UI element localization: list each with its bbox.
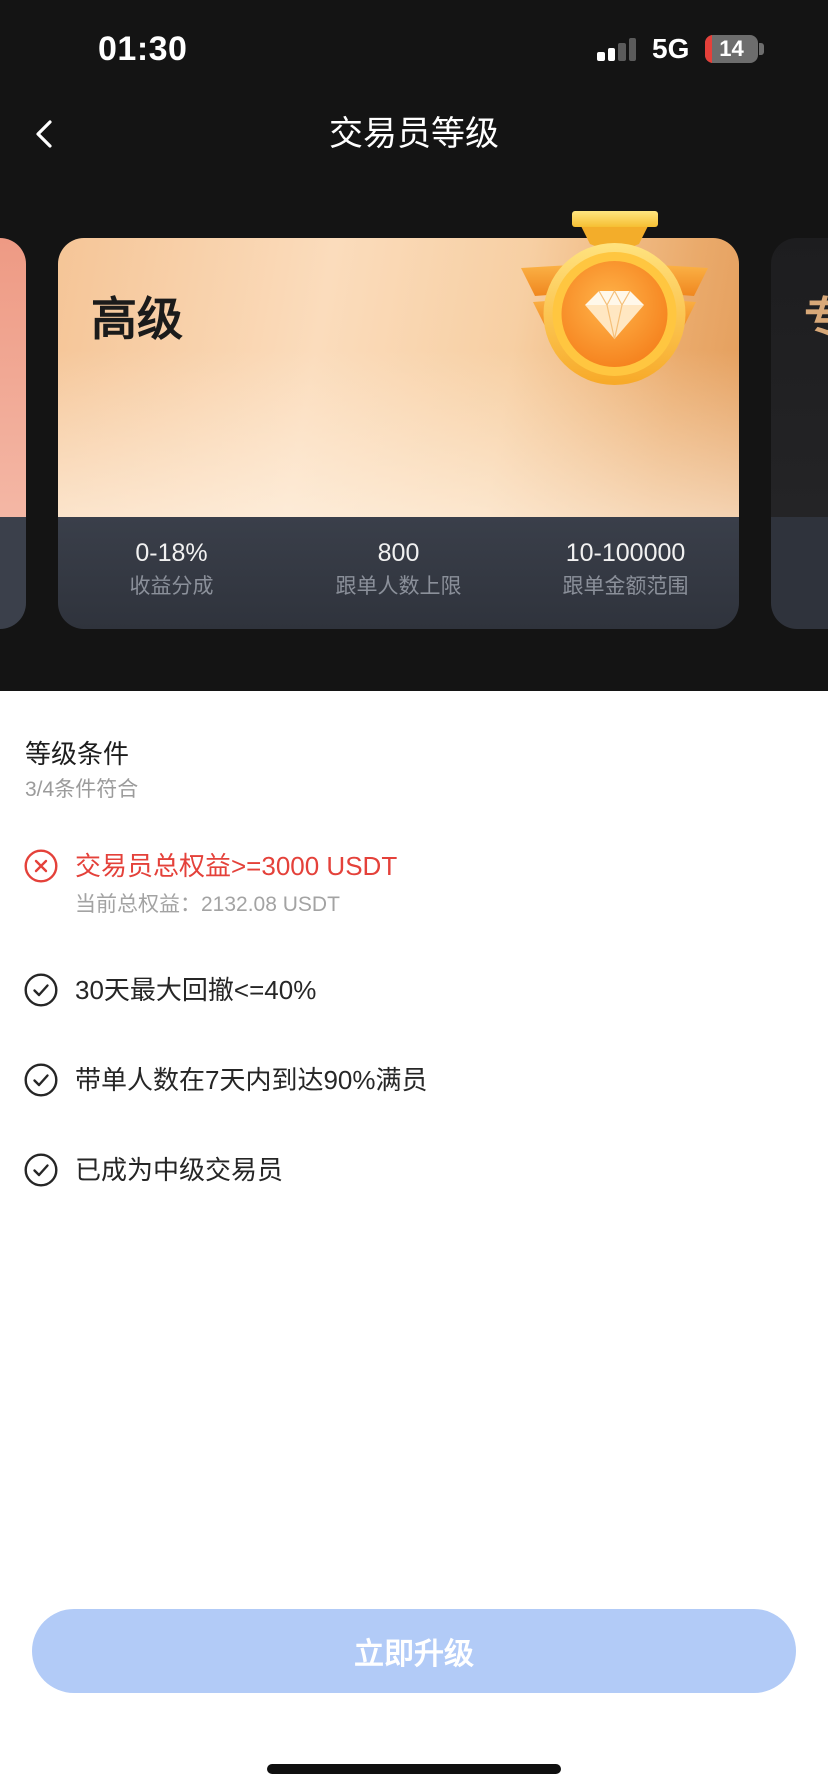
- stat-follow-amount-range: 10-100000 跟单金额范围: [512, 517, 739, 629]
- stat-label: 收益分成: [129, 575, 214, 598]
- home-indicator[interactable]: [267, 1764, 561, 1774]
- condition-text-group: 交易员总权益>=3000 USDT 当前总权益：2132.08 USDT: [75, 846, 397, 920]
- stat-label: 跟单人数上限: [335, 575, 462, 598]
- signal-bar: [607, 48, 615, 61]
- level-name: 专: [804, 293, 828, 345]
- signal-bar: [628, 38, 636, 61]
- stat-value: 800: [377, 539, 420, 567]
- level-name: 高级: [91, 293, 183, 345]
- conditions-list: 交易员总权益>=3000 USDT 当前总权益：2132.08 USDT 30天…: [24, 846, 804, 1240]
- level-carousel[interactable]: 高级 0-18% 收益分成 800 跟单人数上限 10-100000 跟单金额范…: [0, 208, 828, 629]
- check-circle-icon: [24, 1153, 58, 1187]
- battery-level: 14: [719, 36, 744, 61]
- page-title: 交易员等级: [329, 115, 499, 153]
- stat-value: 10-100000: [565, 539, 686, 567]
- level-card-banner: 专: [771, 238, 828, 517]
- stat-max-followers: 800 跟单人数上限: [285, 517, 512, 629]
- conditions-title: 等级条件: [25, 739, 130, 769]
- signal-bar: [597, 52, 605, 61]
- condition-text-group: 30天最大回撤<=40%: [75, 970, 316, 1010]
- condition-item: 交易员总权益>=3000 USDT 当前总权益：2132.08 USDT: [24, 846, 804, 920]
- level-card-banner: [0, 238, 26, 517]
- upgrade-button[interactable]: 立即升级: [32, 1609, 796, 1693]
- x-circle-icon: [24, 849, 58, 883]
- stat-label: 跟单金额范围: [562, 575, 689, 598]
- level-card-stats: [771, 517, 828, 629]
- condition-text: 30天最大回撤<=40%: [75, 975, 317, 1005]
- level-card-previous[interactable]: [0, 238, 26, 629]
- back-button[interactable]: [26, 112, 62, 156]
- check-circle-icon: [24, 1063, 58, 1097]
- level-conditions: 等级条件 3/4条件符合 交易员总权益>=3000 USDT 当前总权益：213…: [0, 691, 828, 1571]
- signal-strength-icon: [597, 37, 639, 61]
- diamond-medal-icon: [521, 211, 708, 385]
- check-circle-icon: [24, 973, 58, 1007]
- condition-item: 带单人数在7天内到达90%满员: [24, 1060, 804, 1100]
- signal-bar: [618, 43, 626, 61]
- condition-text-group: 已成为中级交易员: [75, 1150, 283, 1190]
- condition-text-group: 带单人数在7天内到达90%满员: [75, 1060, 428, 1100]
- network-type: 5G: [652, 33, 690, 64]
- conditions-summary: 3/4条件符合: [25, 778, 139, 801]
- condition-text: 带单人数在7天内到达90%满员: [75, 1065, 428, 1095]
- chevron-left-icon: [36, 120, 52, 148]
- condition-text: 已成为中级交易员: [75, 1155, 284, 1185]
- level-stats: 0-18% 收益分成 800 跟单人数上限 10-100000 跟单金额范围: [58, 517, 739, 629]
- condition-detail: 当前总权益：2132.08 USDT: [75, 893, 340, 916]
- condition-text: 交易员总权益>=3000 USDT: [75, 851, 398, 881]
- condition-item: 已成为中级交易员: [24, 1150, 804, 1190]
- stat-value: 0-18%: [135, 539, 208, 567]
- stat-profit-share: 0-18% 收益分成: [58, 517, 285, 629]
- battery-icon: 14: [705, 35, 758, 63]
- level-card-stats: [0, 517, 26, 629]
- condition-item: 30天最大回撤<=40%: [24, 970, 804, 1010]
- battery-tip: [759, 43, 764, 55]
- status-time: 01:30: [98, 30, 188, 68]
- level-card-next[interactable]: 专: [771, 238, 828, 629]
